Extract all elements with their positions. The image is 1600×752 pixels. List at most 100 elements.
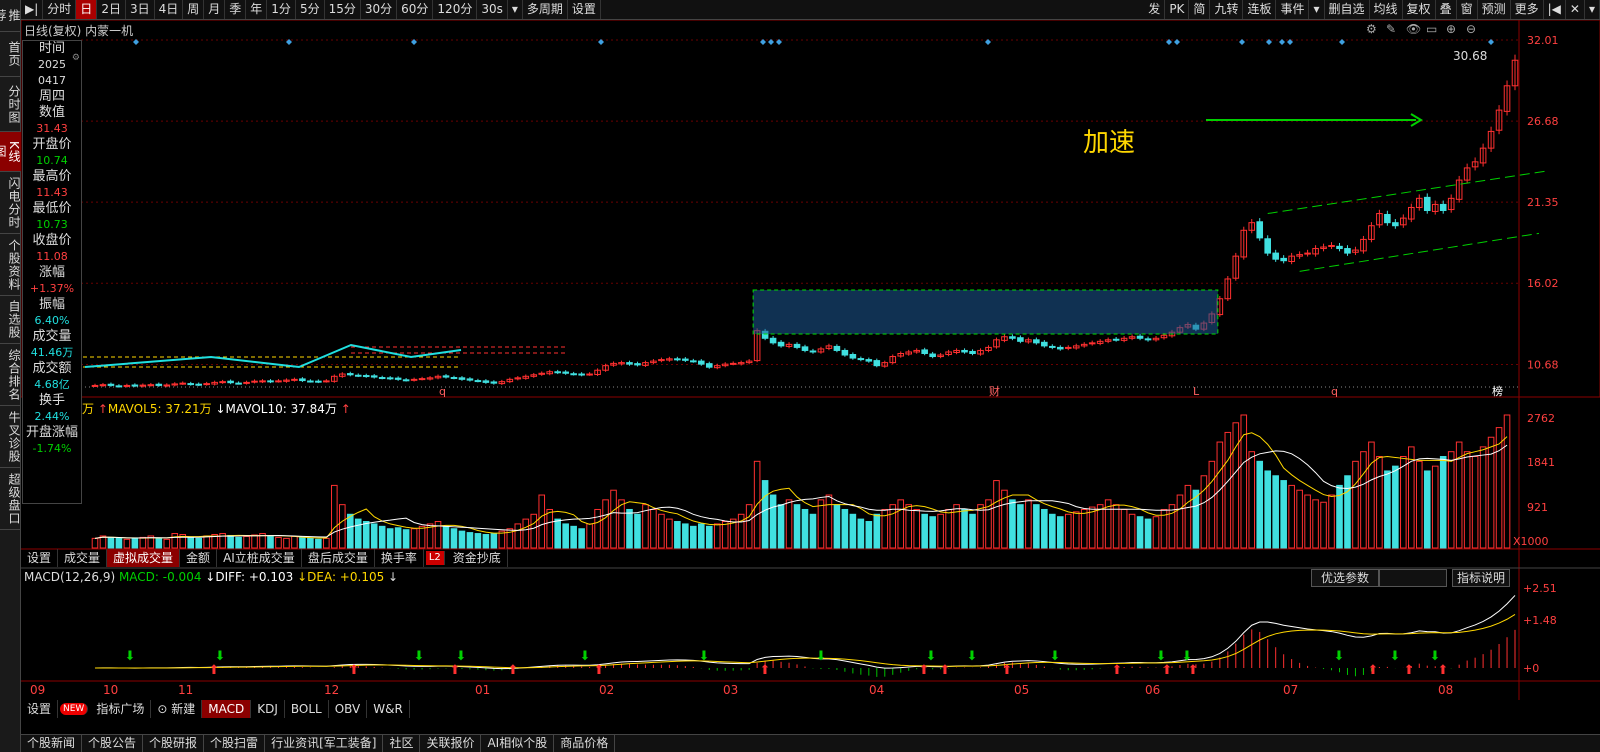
left-nav-item-1[interactable]: 首页 (0, 32, 21, 77)
tool-button-7[interactable]: 均线 (1370, 0, 1403, 19)
bottom-link-2[interactable]: 个股研报 (143, 735, 205, 752)
left-nav-item-5[interactable]: 个股资料 (0, 234, 21, 296)
period-tab-3[interactable]: 3日 (126, 0, 155, 19)
tool-button-8[interactable]: 复权 (1403, 0, 1436, 19)
indicator-tab-5[interactable]: 盘后成交量 (302, 549, 375, 567)
volume-bar-176 (1495, 427, 1503, 549)
period-tab-11[interactable]: 15分 (325, 0, 361, 19)
bottom-tab-5[interactable]: KDJ (251, 700, 285, 718)
bottom-tab-6[interactable]: BOLL (285, 700, 329, 718)
left-nav-item-4[interactable]: 闪电分时 (0, 172, 21, 234)
bottom-link-6[interactable]: 关联报价 (420, 735, 482, 752)
bottom-link-1[interactable]: 个股公告 (82, 735, 144, 752)
chart-tool-icon-1[interactable]: ✎ (1386, 22, 1396, 36)
left-nav-item-9[interactable]: 超级盘口 (0, 468, 21, 530)
bottom-link-3[interactable]: 个股扫雷 (204, 735, 266, 752)
price-axis-label-0: 32.01 (1527, 34, 1559, 47)
period-tab-12[interactable]: 30分 (361, 0, 398, 19)
period-tab-9[interactable]: 1分 (267, 0, 296, 19)
indicator-tab-8[interactable]: 资金抄底 (447, 549, 508, 567)
bottom-link-4[interactable]: 行业资讯[军工装备] (265, 735, 384, 752)
candle-body-93 (833, 345, 841, 351)
opt-params-button[interactable]: 优选参数 (1311, 569, 1379, 587)
tool-button-10[interactable]: 窗 (1457, 0, 1478, 19)
gear-icon[interactable]: ⚙ (72, 53, 80, 63)
left-nav-item-8[interactable]: 牛叉诊股 (0, 406, 21, 468)
chart-tool-icon-3[interactable]: ▭ (1426, 22, 1437, 36)
period-tab-16[interactable]: 多周期 (523, 0, 568, 19)
bottom-tab-0[interactable]: 设置 (21, 700, 59, 718)
tool-button-0[interactable]: 发 (1144, 0, 1166, 19)
bottom-link-5[interactable]: 社区 (383, 735, 421, 752)
period-tab-13[interactable]: 60分 (397, 0, 434, 19)
period-tab-14[interactable]: 120分 (433, 0, 478, 19)
tool-button-1[interactable]: PK (1165, 0, 1190, 19)
left-nav-item-0[interactable]: 推荐 (0, 0, 21, 32)
volume-bar-146 (1256, 460, 1264, 549)
indicator-tab-7[interactable]: L2 (425, 551, 445, 565)
chevron-down-icon[interactable]: ▾ (1585, 0, 1600, 19)
down-arrow-icon-22: ⬇ (1182, 649, 1193, 664)
period-tab-6[interactable]: 月 (204, 0, 226, 19)
left-nav-item-3[interactable]: K线图 (0, 132, 21, 172)
close-icon[interactable]: ✕ (1566, 0, 1585, 19)
period-tab-7[interactable]: 季 (225, 0, 247, 19)
tool-button-4[interactable]: 连板 (1243, 0, 1277, 19)
info-value-13: -1.74% (32, 442, 72, 455)
chart-tool-icon-2[interactable]: 👁 (1406, 22, 1421, 36)
chart-tool-icon-4[interactable]: ⊕ (1446, 22, 1456, 36)
indicator-tab-6[interactable]: 换手率 (375, 549, 424, 567)
left-nav-item-7[interactable]: 综合排名 (0, 344, 21, 406)
bottom-tab-4[interactable]: MACD (202, 700, 252, 718)
tool-button-5[interactable]: 事件 (1276, 0, 1310, 19)
bottom-tab-3[interactable]: ⊙ 新建 (151, 700, 203, 718)
bottom-tab-2[interactable]: 指标广场 (90, 700, 152, 718)
indicator-tab-2[interactable]: 虚拟成交量 (107, 549, 181, 567)
period-tab-1[interactable]: 日 (76, 0, 98, 19)
bottom-tab-7[interactable]: OBV (329, 700, 368, 718)
indicator-tab-0[interactable]: 设置 (21, 549, 59, 567)
explain-button[interactable]: 指标说明 (1452, 569, 1510, 587)
chart-tool-icon-5[interactable]: ⊖ (1466, 22, 1476, 36)
left-nav-item-6[interactable]: 自选股 (0, 296, 21, 344)
top-price-label: 30.68 (1453, 49, 1487, 63)
period-tab-10[interactable]: 5分 (296, 0, 325, 19)
tool-button-3[interactable]: 九转 (1210, 0, 1244, 19)
tool-button-2[interactable]: 简 (1189, 0, 1211, 19)
tool-button-6[interactable]: 删自选 (1325, 0, 1370, 19)
indicator-tab-4[interactable]: AI立桩成交量 (217, 549, 302, 567)
consolidation-box (752, 289, 1219, 335)
period-tab-2[interactable]: 2日 (97, 0, 126, 19)
tool-button-9[interactable]: 叠 (1436, 0, 1457, 19)
volume-bar-109 (961, 508, 968, 549)
volume-bar-56 (538, 494, 546, 549)
period-tab-8[interactable]: 年 (246, 0, 268, 19)
play-icon[interactable]: ▶| (21, 0, 44, 19)
indicator-tab-3[interactable]: 金额 (180, 549, 218, 567)
bottom-link-8[interactable]: 商品价格 (554, 735, 616, 752)
tool-button-11[interactable]: 预测 (1478, 0, 1511, 19)
tool-button-12[interactable]: 更多 (1511, 0, 1544, 19)
period-tab-5[interactable]: 周 (183, 0, 205, 19)
period-tab-15[interactable]: 30s (477, 0, 508, 19)
chart-tool-icon-0[interactable]: ⚙ (1366, 22, 1377, 36)
bottom-tab-8[interactable]: W&R (367, 700, 410, 718)
prev-stock-icon[interactable]: |◀ (1544, 0, 1566, 19)
period-tab-17[interactable]: 设置 (568, 0, 601, 19)
chevron-down-icon[interactable]: ▾ (508, 0, 523, 19)
left-nav-item-2[interactable]: 分时图 (0, 77, 21, 132)
volume-bar-93 (833, 504, 841, 549)
candle-body-49 (482, 380, 490, 383)
bottom-tab-1[interactable]: NEW (60, 703, 89, 715)
candle-body-122 (1064, 346, 1072, 349)
candle-body-77 (705, 363, 713, 368)
chevron-down-icon[interactable]: ▾ (1309, 0, 1325, 19)
kline-chart[interactable]: 32.01 26.68 21.35 16.02 10.68 加速 30.68 q 财 Lq 榜 ⚙ ✎ 👁… (21, 20, 1600, 734)
bottom-link-7[interactable]: AI相似个股 (481, 735, 555, 752)
period-tab-0[interactable]: 分时 (43, 0, 77, 19)
period-tab-4[interactable]: 4日 (155, 0, 184, 19)
candle-body-40 (410, 378, 418, 381)
indicator-tab-1[interactable]: 成交量 (58, 549, 108, 567)
bottom-link-0[interactable]: 个股新闻 (21, 735, 83, 752)
volume-bar-155 (1328, 494, 1335, 549)
